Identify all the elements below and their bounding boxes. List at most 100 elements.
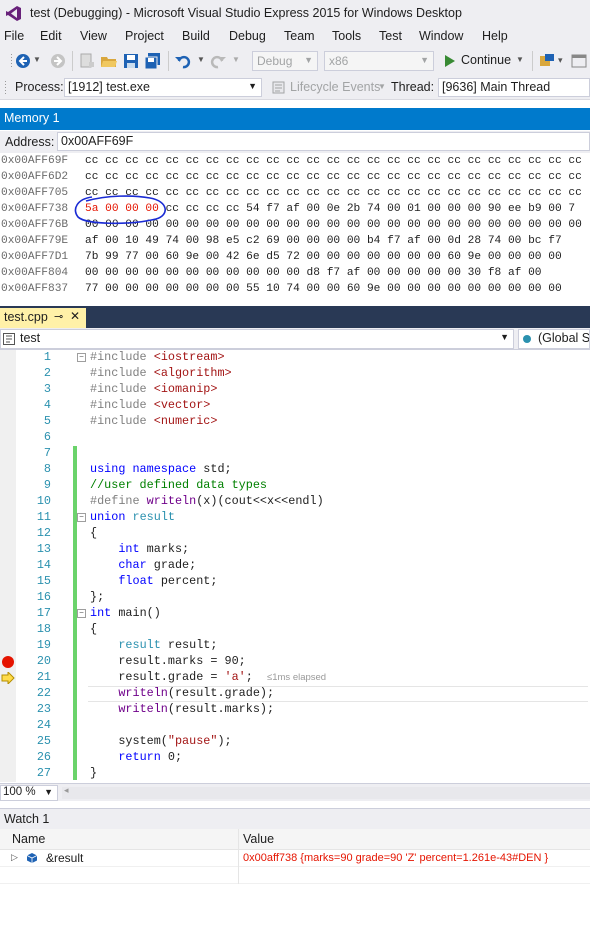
close-icon[interactable]: ✕ [70, 309, 80, 323]
memory-address: 0x00AFF6D2 [1, 171, 69, 183]
scroll-left-icon[interactable]: ◂ [64, 785, 69, 796]
new-project-icon[interactable] [78, 52, 96, 70]
column-divider [238, 867, 239, 884]
code-line: 10 #define writeln(x)(cout<<x<<endl) [36, 494, 324, 508]
editor-tab-well: test.cpp ⊸ ✕ [0, 306, 590, 328]
address-input[interactable]: 0x00AFF69F [57, 132, 590, 151]
toolbar-overflow-icon[interactable]: ▾ [558, 55, 563, 66]
menu-file[interactable]: File [4, 29, 24, 43]
back-dropdown-icon[interactable]: ▼ [33, 55, 41, 64]
menu-team[interactable]: Team [284, 29, 315, 43]
solution-configuration-combo[interactable]: Debug ▼ [252, 51, 318, 71]
tab-test-cpp[interactable]: test.cpp ⊸ ✕ [0, 308, 86, 328]
play-icon [445, 55, 455, 67]
expand-icon[interactable]: ▷ [11, 852, 18, 863]
chevron-down-icon: ▼ [378, 82, 386, 91]
chevron-down-icon: ▼ [500, 332, 509, 342]
horizontal-scrollbar[interactable]: ◂ [62, 785, 590, 799]
menu-edit[interactable]: Edit [40, 29, 62, 43]
solution-platform-combo[interactable]: x86 ▼ [324, 51, 434, 71]
open-file-icon[interactable] [100, 52, 118, 70]
menu-view[interactable]: View [80, 29, 107, 43]
menu-test[interactable]: Test [379, 29, 402, 43]
memory-address-bar: Address: 0x00AFF69F [0, 131, 590, 153]
memory-address: 0x00AFF76B [1, 219, 69, 231]
watch-header-row: Name Value [0, 829, 590, 850]
code-line: 8 using namespace std; [43, 462, 232, 476]
memory-address: 0x00AFF804 [1, 267, 69, 279]
code-line: 9//user defined data types [43, 478, 267, 492]
code-line: 25 system("pause"); [36, 734, 232, 748]
menu-build[interactable]: Build [182, 29, 210, 43]
memory-bytes: cc cc cc cc cc cc cc cc cc cc cc cc cc c… [85, 155, 582, 167]
memory-address: 0x00AFF79E [1, 235, 69, 247]
memory-address: 0x00AFF738 [1, 203, 69, 215]
menu-tools[interactable]: Tools [332, 29, 361, 43]
watch-name[interactable]: &result [46, 851, 83, 865]
code-line: 16}; [36, 590, 105, 604]
menu-bar: File Edit View Project Build Debug Team … [0, 27, 590, 47]
memory-bytes: 00 00 00 00 00 00 00 00 00 00 00 d8 f7 a… [85, 267, 542, 279]
pin-icon[interactable]: ⊸ [54, 310, 63, 323]
annotation-circle [74, 195, 166, 225]
process-label: Process: [15, 80, 64, 94]
project-combo[interactable]: test ▼ [0, 329, 514, 349]
code-line: 17 int main() [36, 606, 161, 620]
lifecycle-events-button[interactable]: Lifecycle Events ▼ [269, 78, 387, 97]
continue-dropdown-icon: ▼ [516, 55, 524, 64]
menu-window[interactable]: Window [419, 29, 463, 43]
watch-empty-row[interactable] [0, 867, 590, 884]
perf-tip[interactable]: ≤1ms elapsed [267, 672, 326, 683]
scope-combo[interactable]: (Global Scope) [518, 329, 590, 349]
save-all-icon[interactable] [144, 52, 162, 70]
navigate-back-icon[interactable] [14, 52, 32, 70]
code-line: 26 return 0; [36, 750, 183, 764]
column-header-value[interactable]: Value [243, 832, 274, 846]
watch-window-titlebar[interactable]: Watch 1 [0, 808, 590, 829]
code-line: 22 writeln(result.grade); [36, 686, 275, 700]
visual-studio-icon [6, 6, 21, 21]
code-line: 13 int marks; [36, 542, 190, 556]
code-line: 27} [36, 766, 98, 780]
code-line: 1 #include <iostream> [43, 350, 225, 364]
memory-window-titlebar[interactable]: Memory 1 [0, 108, 590, 130]
watch-value[interactable]: 0x00aff738 {marks=90 grade=90 'Z' percen… [243, 852, 548, 864]
memory-address: 0x00AFF69F [1, 155, 69, 167]
continue-button[interactable]: Continue ▼ [440, 50, 528, 72]
code-line: 2 #include <algorithm> [43, 366, 232, 380]
process-combo[interactable]: [1912] test.exe ▼ [64, 78, 262, 97]
navigate-forward-icon[interactable] [49, 52, 67, 70]
memory-bytes: cc cc cc cc 54 f7 af 00 0e 2b 74 00 01 0… [158, 203, 576, 215]
zoom-combo[interactable]: 100 % ▼ [0, 785, 58, 801]
memory-bytes: 7b 99 77 00 60 9e 00 42 6e d5 72 00 00 0… [85, 251, 562, 263]
watch-window-title: Watch 1 [4, 812, 50, 826]
menu-project[interactable]: Project [125, 29, 164, 43]
code-line: 20 result.marks = 90; [36, 654, 246, 668]
code-editor[interactable]: − − − 1 #include <iostream> 2 #include <al… [0, 350, 590, 782]
memory-grid[interactable]: 0x00AFF69F cc cc cc cc cc cc cc cc cc cc … [0, 155, 590, 301]
chevron-down-icon: ▼ [420, 55, 429, 65]
standard-toolbar: ▼ ▼ ▼ Debug ▼ x86 ▼ Continue ▼ ▾ [0, 47, 590, 75]
menu-help[interactable]: Help [482, 29, 508, 43]
memory-bytes: cc cc cc cc cc cc cc cc cc cc cc cc cc c… [85, 171, 582, 183]
thread-combo[interactable]: [9636] Main Thread [438, 78, 590, 97]
undo-icon[interactable] [174, 52, 192, 70]
watch-row[interactable]: ▷ &result 0x00aff738 {marks=90 grade=90 … [0, 850, 590, 867]
code-line: 5 #include <numeric> [43, 414, 218, 428]
code-line: 15 float percent; [36, 574, 218, 588]
menu-debug[interactable]: Debug [229, 29, 266, 43]
undo-dropdown-icon[interactable]: ▼ [197, 55, 205, 64]
code-line: 21 result.grade = 'a'; ≤1ms elapsed [36, 670, 327, 684]
redo-dropdown-icon[interactable]: ▼ [232, 55, 240, 64]
code-line: 14 char grade; [36, 558, 197, 572]
column-header-name[interactable]: Name [12, 832, 45, 846]
attach-process-icon[interactable] [538, 52, 556, 70]
chevron-down-icon: ▼ [248, 81, 257, 91]
save-icon[interactable] [122, 52, 140, 70]
thread-label: Thread: [391, 80, 435, 94]
code-line: 19 result result; [36, 638, 218, 652]
column-divider[interactable] [238, 829, 239, 850]
memory-window-title: Memory 1 [4, 111, 60, 125]
variable-object-icon [26, 853, 38, 863]
redo-icon[interactable] [209, 52, 227, 70]
